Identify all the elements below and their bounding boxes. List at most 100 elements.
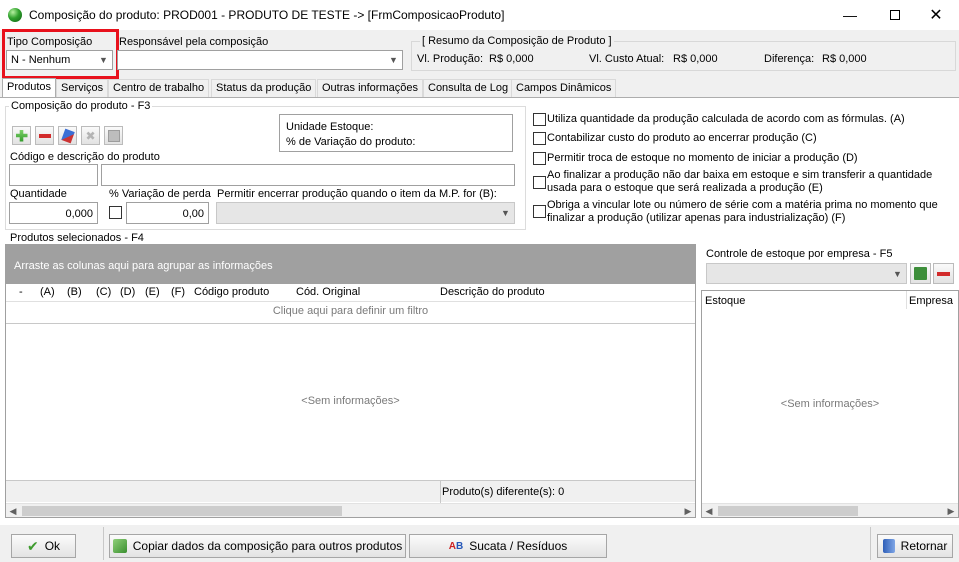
save-icon <box>914 267 927 280</box>
tab-campos-dinamicos[interactable]: Campos Dinâmicos <box>511 79 617 98</box>
col-d[interactable]: (D) <box>120 286 135 298</box>
chevron-down-icon: ▼ <box>389 55 398 65</box>
tab-centro-trabalho[interactable]: Centro de trabalho <box>108 79 210 98</box>
variacao-perda-checkbox[interactable] <box>109 206 122 219</box>
option-e-label-line1: Ao finalizar a produção não dar baixa em… <box>547 169 933 181</box>
tab-status-producao[interactable]: Status da produção <box>211 79 317 98</box>
option-f-label-line2: finalizar a produção (utilizar apenas pa… <box>547 212 846 224</box>
sucata-residuos-button[interactable]: AB Sucata / Resíduos <box>409 534 607 558</box>
close-button[interactable]: ✕ <box>913 0 959 30</box>
check-icon: ✔ <box>26 537 39 554</box>
scroll-left-icon[interactable]: ◀ <box>6 504 20 518</box>
minus-icon <box>937 271 950 276</box>
col-b[interactable]: (B) <box>67 286 82 298</box>
tab-strip: Produtos Serviços Centro de trabalho Sta… <box>0 78 959 99</box>
group-panel[interactable]: Arraste as colunas aqui para agrupar as … <box>6 245 695 284</box>
minimize-button[interactable]: — <box>827 0 873 30</box>
estoque-horizontal-scrollbar[interactable]: ◀ ▶ <box>702 503 958 517</box>
copy-icon <box>112 539 127 553</box>
scroll-left-icon[interactable]: ◀ <box>702 504 716 518</box>
vl-custo-label: Vl. Custo Atual: <box>589 53 665 65</box>
scroll-right-icon[interactable]: ▶ <box>681 504 695 518</box>
save-icon <box>107 129 120 142</box>
variacao-perda-label: % Variação de perda <box>109 188 211 200</box>
option-c-checkbox[interactable] <box>533 132 546 145</box>
scrollbar-thumb[interactable] <box>22 506 342 516</box>
vl-producao-value: R$ 0,000 <box>489 53 534 65</box>
grid-horizontal-scrollbar[interactable]: ◀ ▶ <box>6 503 695 517</box>
col-dash[interactable]: - <box>19 286 23 298</box>
filter-hint: Clique aqui para definir um filtro <box>272 305 429 317</box>
col-empresa[interactable]: Empresa <box>909 295 953 307</box>
close-icon: ✖ <box>85 128 96 143</box>
variacao-produto-label: % de Variação do produto: <box>286 136 416 148</box>
estoque-title: Controle de estoque por empresa - F5 <box>706 248 893 260</box>
empresa-select[interactable]: ▼ <box>706 263 907 284</box>
tab-consulta-log[interactable]: Consulta de Log <box>423 79 514 98</box>
col-descricao-produto[interactable]: Descrição do produto <box>440 286 545 298</box>
diferenca-value: R$ 0,000 <box>822 53 867 65</box>
composicao-title: Composição do produto - F3 <box>9 100 153 112</box>
option-e-label-line2: usada para o estoque que será realizada … <box>547 182 823 194</box>
copiar-dados-button[interactable]: Copiar dados da composição para outros p… <box>109 534 406 558</box>
estoque-empty-text: <Sem informações> <box>780 398 880 410</box>
variacao-perda-value: 0,00 <box>182 208 204 220</box>
add-item-button[interactable] <box>12 126 31 145</box>
produtos-diferentes-count: Produto(s) diferente(s): 0 <box>442 486 565 498</box>
title-bar: Composição do produto: PROD001 - PRODUTO… <box>0 0 959 30</box>
ok-button[interactable]: ✔ Ok <box>11 534 76 558</box>
option-d-checkbox[interactable] <box>533 152 546 165</box>
group-hint: Arraste as colunas aqui para agrupar as … <box>14 260 273 272</box>
option-f-checkbox[interactable] <box>533 205 546 218</box>
option-e-checkbox[interactable] <box>533 176 546 189</box>
minus-icon <box>38 133 51 138</box>
save-item-button[interactable] <box>104 126 123 145</box>
quantidade-input[interactable]: 0,000 <box>9 202 98 224</box>
copiar-label: Copiar dados da composição para outros p… <box>132 539 403 553</box>
maximize-button[interactable] <box>872 0 918 30</box>
vl-producao-label: Vl. Produção: <box>417 53 484 65</box>
chevron-down-icon: ▼ <box>893 268 902 279</box>
tab-produtos[interactable]: Produtos <box>2 78 57 99</box>
grid-empty-text: <Sem informações> <box>301 395 400 407</box>
bottom-divider <box>870 527 871 560</box>
remove-estoque-button[interactable] <box>933 263 954 284</box>
col-f[interactable]: (F) <box>171 286 185 298</box>
vl-custo-value: R$ 0,000 <box>673 53 718 65</box>
retornar-button[interactable]: Retornar <box>877 534 953 558</box>
scroll-right-icon[interactable]: ▶ <box>944 504 958 518</box>
col-a[interactable]: (A) <box>40 286 55 298</box>
ok-label: Ok <box>44 539 61 553</box>
app-icon <box>8 8 22 22</box>
resumo-title: [ Resumo da Composição de Produto ] <box>420 35 614 47</box>
responsavel-select[interactable]: ▼ <box>117 50 403 70</box>
edit-item-button[interactable] <box>58 126 77 145</box>
cancel-item-button[interactable]: ✖ <box>81 126 100 145</box>
tab-outras-informacoes[interactable]: Outras informações <box>317 79 423 98</box>
col-e[interactable]: (E) <box>145 286 160 298</box>
selecionados-title: Produtos selecionados - F4 <box>10 232 144 244</box>
col-estoque[interactable]: Estoque <box>705 295 745 307</box>
scrollbar-thumb[interactable] <box>718 506 858 516</box>
save-estoque-button[interactable] <box>910 263 931 284</box>
unidade-estoque-label: Unidade Estoque: <box>286 121 374 133</box>
descricao-input[interactable] <box>101 164 515 186</box>
filter-row[interactable]: Clique aqui para definir um filtro <box>6 302 695 324</box>
column-divider <box>906 291 907 309</box>
permitir-select[interactable]: ▼ <box>216 202 515 224</box>
option-a-checkbox[interactable] <box>533 113 546 126</box>
option-c-label: Contabilizar custo do produto ao encerra… <box>547 132 817 144</box>
col-codigo-produto[interactable]: Código produto <box>194 286 269 298</box>
permitir-label: Permitir encerrar produção quando o item… <box>217 188 497 200</box>
grid-footer: Produto(s) diferente(s): 0 <box>6 480 695 503</box>
col-cod-original[interactable]: Cód. Original <box>296 286 360 298</box>
sucata-label: Sucata / Resíduos <box>469 539 568 553</box>
exit-door-icon <box>882 539 895 553</box>
codigo-input[interactable] <box>9 164 98 186</box>
tab-servicos[interactable]: Serviços <box>56 79 109 98</box>
variacao-perda-input[interactable]: 0,00 <box>126 202 209 224</box>
remove-item-button[interactable] <box>35 126 54 145</box>
col-c[interactable]: (C) <box>96 286 111 298</box>
diferenca-label: Diferença: <box>764 53 815 65</box>
unidade-info-box: Unidade Estoque: % de Variação do produt… <box>279 114 513 152</box>
